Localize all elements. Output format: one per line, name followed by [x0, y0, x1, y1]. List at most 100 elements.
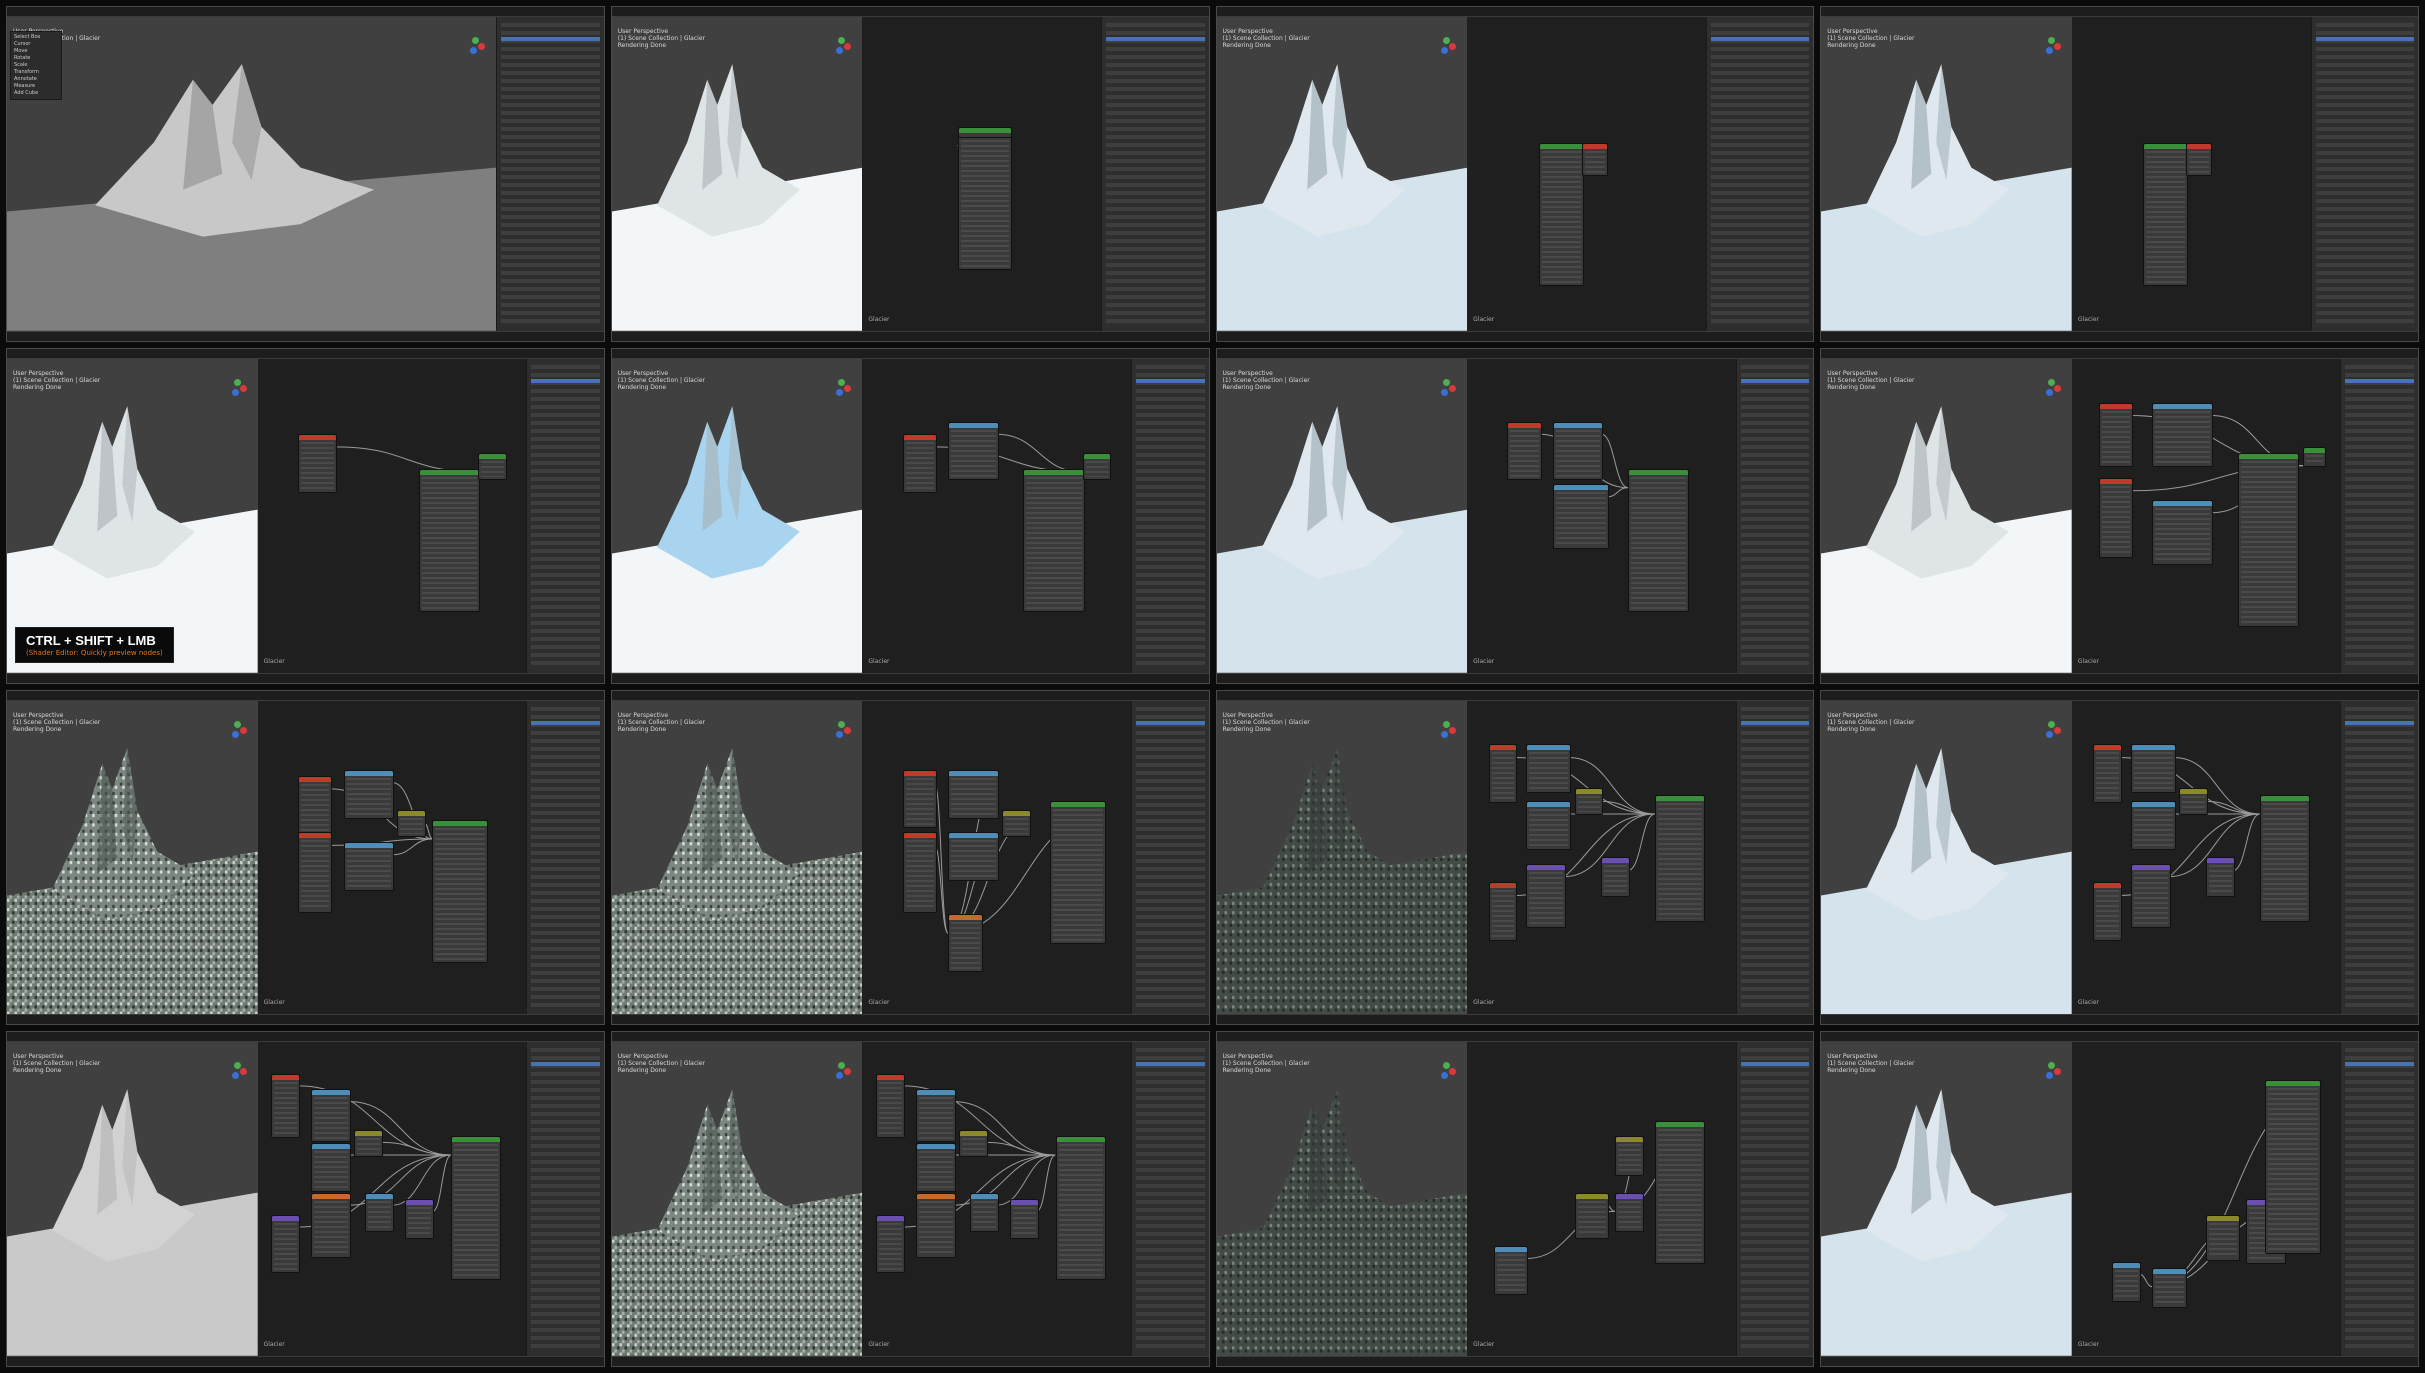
node-sockets[interactable]	[951, 840, 996, 879]
tool-item[interactable]: Rotate	[14, 55, 58, 62]
shader-node[interactable]	[311, 1142, 351, 1192]
properties-panel[interactable]	[2340, 700, 2418, 1015]
shader-node[interactable]	[432, 819, 488, 963]
shader-editor[interactable]: Glacier	[862, 700, 1131, 1015]
shader-editor[interactable]: Glacier	[1467, 1042, 1736, 1356]
node-sockets[interactable]	[951, 777, 996, 816]
menu-bar[interactable]	[1216, 7, 1814, 17]
node-sockets[interactable]	[2155, 507, 2211, 562]
node-sockets[interactable]	[346, 777, 391, 816]
shader-editor[interactable]: Glacier	[257, 358, 527, 673]
shader-node[interactable]	[916, 1089, 956, 1142]
node-sockets[interactable]	[2268, 1087, 2318, 1252]
3d-viewport[interactable]: User Perspective(1) Scene Collection | G…	[1821, 17, 2072, 331]
node-sockets[interactable]	[1617, 1144, 1641, 1174]
tool-item[interactable]: Cursor	[14, 41, 58, 48]
3d-viewport[interactable]: User Perspective(1) Scene Collection | G…	[1821, 1042, 2072, 1356]
node-sockets[interactable]	[962, 1138, 985, 1155]
node-header[interactable]	[949, 914, 982, 920]
active-property-row[interactable]	[1135, 720, 1205, 725]
node-header[interactable]	[1582, 143, 1607, 149]
node-sockets[interactable]	[2241, 460, 2297, 625]
node-header[interactable]	[2131, 864, 2170, 870]
active-property-row[interactable]	[1740, 720, 1810, 725]
shader-node[interactable]	[1055, 1136, 1107, 1280]
node-header[interactable]	[451, 1137, 501, 1143]
node-header[interactable]	[917, 1193, 955, 1199]
node-header[interactable]	[1615, 1137, 1643, 1143]
node-header[interactable]	[2099, 403, 2132, 409]
node-header[interactable]	[876, 1074, 904, 1080]
node-header[interactable]	[406, 1200, 434, 1206]
properties-panel[interactable]	[526, 700, 604, 1015]
shader-node[interactable]	[1507, 421, 1542, 480]
node-sockets[interactable]	[960, 134, 1010, 267]
node-header[interactable]	[2113, 1262, 2140, 1268]
node-header[interactable]	[1056, 1137, 1106, 1143]
node-sockets[interactable]	[1529, 871, 1563, 926]
active-property-row[interactable]	[2345, 720, 2414, 725]
shader-node[interactable]	[297, 434, 338, 493]
property-fields[interactable]	[1740, 1048, 1810, 1350]
node-sockets[interactable]	[2133, 752, 2173, 791]
active-property-row[interactable]	[1710, 37, 1810, 41]
node-sockets[interactable]	[1085, 460, 1109, 477]
node-sockets[interactable]	[1058, 1144, 1104, 1277]
property-fields[interactable]	[2345, 364, 2414, 667]
shader-node[interactable]	[2093, 744, 2123, 803]
active-property-row[interactable]	[2345, 378, 2414, 383]
active-property-row[interactable]	[1135, 378, 1205, 383]
node-sockets[interactable]	[400, 818, 424, 835]
shader-node[interactable]	[297, 832, 333, 913]
3d-viewport[interactable]: User Perspective(1) Scene Collection | G…	[611, 17, 863, 331]
navigation-gizmo-icon[interactable]	[226, 1060, 250, 1084]
shader-node[interactable]	[2259, 794, 2311, 923]
node-sockets[interactable]	[1026, 476, 1082, 609]
node-sockets[interactable]	[357, 1138, 381, 1155]
shader-node[interactable]	[959, 1130, 988, 1158]
node-header[interactable]	[2207, 1215, 2240, 1221]
active-property-row[interactable]	[1135, 1062, 1205, 1067]
property-fields[interactable]	[531, 706, 600, 1009]
properties-panel[interactable]	[1130, 1042, 1209, 1356]
node-header[interactable]	[2144, 143, 2188, 149]
node-sockets[interactable]	[2101, 410, 2130, 465]
node-sockets[interactable]	[951, 429, 996, 477]
node-header[interactable]	[1629, 469, 1689, 475]
property-fields[interactable]	[1106, 23, 1205, 325]
menu-bar[interactable]	[1216, 1032, 1814, 1043]
shader-node[interactable]	[2186, 142, 2213, 176]
navigation-gizmo-icon[interactable]	[2040, 1060, 2064, 1084]
shader-editor[interactable]: Glacier	[1467, 17, 1706, 331]
shader-node[interactable]	[354, 1130, 384, 1158]
node-header[interactable]	[1083, 453, 1111, 459]
shader-node[interactable]	[957, 126, 1013, 270]
node-header[interactable]	[2099, 478, 2132, 484]
active-property-row[interactable]	[2315, 37, 2414, 41]
shader-node[interactable]	[902, 769, 937, 828]
shader-node[interactable]	[875, 1073, 905, 1139]
shader-node[interactable]	[271, 1214, 300, 1274]
property-fields[interactable]	[2345, 1048, 2414, 1350]
shader-editor[interactable]: Glacier	[1467, 358, 1736, 673]
shader-node[interactable]	[271, 1073, 300, 1139]
menu-bar[interactable]	[7, 690, 604, 701]
shader-node[interactable]	[1023, 468, 1085, 612]
property-fields[interactable]	[1740, 706, 1810, 1009]
node-sockets[interactable]	[1496, 1254, 1526, 1293]
node-sockets[interactable]	[314, 1200, 348, 1255]
node-sockets[interactable]	[480, 460, 504, 477]
node-sockets[interactable]	[300, 783, 330, 832]
node-sockets[interactable]	[1529, 808, 1569, 847]
node-header[interactable]	[366, 1193, 393, 1199]
shader-node[interactable]	[902, 832, 937, 913]
menu-bar[interactable]	[7, 7, 604, 17]
node-header[interactable]	[949, 422, 998, 428]
node-header[interactable]	[2131, 745, 2175, 751]
properties-panel[interactable]	[1735, 1042, 1814, 1356]
node-header[interactable]	[917, 1090, 955, 1096]
shader-node[interactable]	[2206, 1214, 2241, 1261]
shader-node[interactable]	[1655, 794, 1706, 923]
shader-node[interactable]	[2130, 800, 2176, 850]
node-header[interactable]	[949, 833, 998, 839]
